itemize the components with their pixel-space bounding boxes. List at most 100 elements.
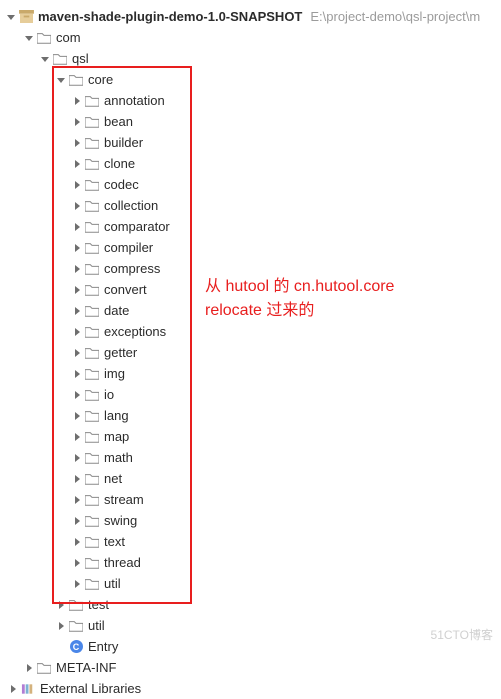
expand-arrow[interactable] (70, 349, 84, 357)
tree-item-thread[interactable]: thread (4, 552, 501, 573)
tree-item-label: codec (104, 177, 139, 192)
tree-item-map[interactable]: map (4, 426, 501, 447)
tree-item-label: bean (104, 114, 133, 129)
tree-item-collection[interactable]: collection (4, 195, 501, 216)
class-icon: C (68, 640, 84, 653)
folder-icon (52, 52, 68, 66)
expand-arrow[interactable] (70, 160, 84, 168)
folder-icon (84, 493, 100, 507)
expand-arrow[interactable] (70, 454, 84, 462)
tree-item-entry[interactable]: CEntry (4, 636, 501, 657)
tree-item-swing[interactable]: swing (4, 510, 501, 531)
tree-item-codec[interactable]: codec (4, 174, 501, 195)
annotation-line2: relocate 过来的 (205, 299, 394, 323)
project-tree: com qsl coreannotation bean builder clone code… (4, 27, 501, 699)
expand-arrow[interactable] (70, 370, 84, 378)
tree-item-math[interactable]: math (4, 447, 501, 468)
expand-arrow[interactable] (70, 475, 84, 483)
tree-item-builder[interactable]: builder (4, 132, 501, 153)
expand-arrow[interactable] (70, 580, 84, 588)
tree-item-getter[interactable]: getter (4, 342, 501, 363)
tree-item-com[interactable]: com (4, 27, 501, 48)
tree-item-compiler[interactable]: compiler (4, 237, 501, 258)
expand-arrow[interactable] (38, 55, 52, 63)
tree-item-util[interactable]: util (4, 573, 501, 594)
expand-arrow[interactable] (70, 517, 84, 525)
tree-item-external libraries[interactable]: External Libraries (4, 678, 501, 699)
tree-item-label: convert (104, 282, 147, 297)
expand-arrow[interactable] (70, 202, 84, 210)
folder-icon (84, 535, 100, 549)
tree-item-label: map (104, 429, 129, 444)
folder-icon (84, 157, 100, 171)
expand-arrow[interactable] (70, 97, 84, 105)
folder-icon (84, 262, 100, 276)
tree-root-row[interactable]: maven-shade-plugin-demo-1.0-SNAPSHOT E:\… (4, 6, 501, 27)
tree-item-exceptions[interactable]: exceptions (4, 321, 501, 342)
expand-arrow[interactable] (70, 244, 84, 252)
expand-arrow[interactable] (54, 622, 68, 630)
folder-icon (84, 136, 100, 150)
expand-arrow[interactable] (70, 181, 84, 189)
expand-arrow[interactable] (70, 391, 84, 399)
folder-icon (84, 178, 100, 192)
tree-item-label: img (104, 366, 125, 381)
tree-item-label: util (88, 618, 105, 633)
expand-arrow[interactable] (4, 13, 18, 21)
expand-arrow[interactable] (70, 265, 84, 273)
tree-item-annotation[interactable]: annotation (4, 90, 501, 111)
expand-arrow[interactable] (70, 433, 84, 441)
folder-icon (84, 325, 100, 339)
folder-icon (36, 31, 52, 45)
expand-arrow[interactable] (70, 286, 84, 294)
expand-arrow[interactable] (54, 76, 68, 84)
folder-icon (84, 472, 100, 486)
tree-item-util[interactable]: util (4, 615, 501, 636)
tree-item-stream[interactable]: stream (4, 489, 501, 510)
folder-icon (84, 199, 100, 213)
tree-item-label: stream (104, 492, 144, 507)
expand-arrow[interactable] (70, 559, 84, 567)
tree-item-label: builder (104, 135, 143, 150)
tree-item-img[interactable]: img (4, 363, 501, 384)
folder-icon (84, 283, 100, 297)
tree-item-test[interactable]: test (4, 594, 501, 615)
tree-item-label: collection (104, 198, 158, 213)
expand-arrow[interactable] (22, 34, 36, 42)
tree-item-label: lang (104, 408, 129, 423)
expand-arrow[interactable] (54, 601, 68, 609)
folder-icon (84, 115, 100, 129)
folder-icon (84, 367, 100, 381)
tree-item-label: qsl (72, 51, 89, 66)
expand-arrow[interactable] (70, 223, 84, 231)
folder-icon (84, 430, 100, 444)
expand-arrow[interactable] (70, 139, 84, 147)
expand-arrow[interactable] (70, 328, 84, 336)
tree-item-label: META-INF (56, 660, 116, 675)
tree-item-core[interactable]: core (4, 69, 501, 90)
tree-item-label: util (104, 576, 121, 591)
tree-item-comparator[interactable]: comparator (4, 216, 501, 237)
tree-item-net[interactable]: net (4, 468, 501, 489)
tree-item-bean[interactable]: bean (4, 111, 501, 132)
expand-arrow[interactable] (70, 118, 84, 126)
tree-item-io[interactable]: io (4, 384, 501, 405)
folder-icon (84, 220, 100, 234)
expand-arrow[interactable] (6, 685, 20, 693)
expand-arrow[interactable] (70, 496, 84, 504)
tree-item-lang[interactable]: lang (4, 405, 501, 426)
expand-arrow[interactable] (22, 664, 36, 672)
tree-item-meta-inf[interactable]: META-INF (4, 657, 501, 678)
tree-item-clone[interactable]: clone (4, 153, 501, 174)
folder-icon (36, 661, 52, 675)
tree-item-qsl[interactable]: qsl (4, 48, 501, 69)
folder-icon (68, 73, 84, 87)
folder-icon (68, 619, 84, 633)
tree-item-text[interactable]: text (4, 531, 501, 552)
expand-arrow[interactable] (70, 307, 84, 315)
root-path: E:\project-demo\qsl-project\m (310, 9, 480, 24)
expand-arrow[interactable] (70, 412, 84, 420)
tree-item-label: comparator (104, 219, 170, 234)
expand-arrow[interactable] (70, 538, 84, 546)
tree-item-label: swing (104, 513, 137, 528)
